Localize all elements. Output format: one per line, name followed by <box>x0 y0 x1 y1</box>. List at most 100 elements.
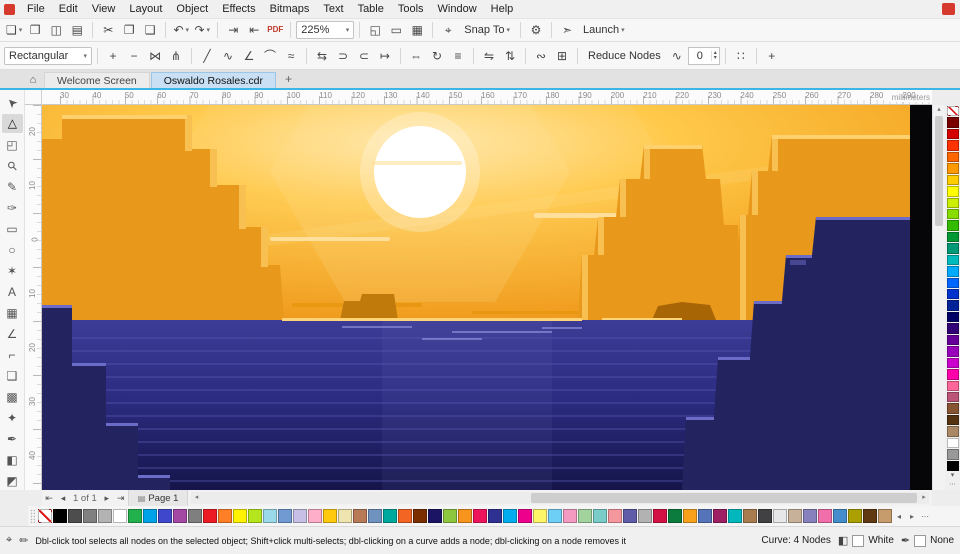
color-swatch[interactable] <box>83 509 97 523</box>
menu-table[interactable]: Table <box>351 1 391 17</box>
smooth-node-button[interactable]: ⌒ <box>260 46 280 66</box>
spinner-arrows[interactable]: ▴ ▾ <box>710 50 719 61</box>
copy-button[interactable]: ❐ <box>119 20 139 40</box>
select-all-nodes-button[interactable]: ⊞ <box>552 46 572 66</box>
color-swatch[interactable] <box>278 509 292 523</box>
convert-to-line-button[interactable]: ╱ <box>197 46 217 66</box>
node-target-icon[interactable]: ⌖ <box>6 534 12 547</box>
color-swatch[interactable] <box>53 509 67 523</box>
color-swatch[interactable] <box>863 509 877 523</box>
color-swatch[interactable] <box>458 509 472 523</box>
prev-page-button[interactable]: ◂ <box>56 493 70 504</box>
color-swatch[interactable] <box>668 509 682 523</box>
welcome-home-icon[interactable]: ⌂ <box>22 74 44 88</box>
pick-tool[interactable]: ➤ <box>2 93 23 112</box>
color-swatch[interactable] <box>713 509 727 523</box>
color-swatch[interactable] <box>946 243 959 254</box>
menu-view[interactable]: View <box>85 1 123 17</box>
crop-tool[interactable]: ◰ <box>2 135 23 154</box>
tab-document[interactable]: Oswaldo Rosales.cdr <box>150 72 276 88</box>
next-page-button[interactable]: ▸ <box>100 493 114 504</box>
dimension-tool[interactable]: ∠ <box>2 324 23 343</box>
convert-to-curve-button[interactable]: ∿ <box>218 46 238 66</box>
color-swatch[interactable] <box>113 509 127 523</box>
customize-toolbar-button[interactable]: + <box>762 46 782 66</box>
zoom-tool[interactable]: ⚲ <box>2 156 23 175</box>
rotate-nodes-button[interactable]: ↻ <box>427 46 447 66</box>
open-button[interactable]: ❒ <box>25 20 45 40</box>
menu-tools[interactable]: Tools <box>391 1 431 17</box>
color-swatch[interactable] <box>946 140 959 151</box>
color-swatch[interactable] <box>946 391 959 403</box>
reflect-vertical-button[interactable]: ⇅ <box>500 46 520 66</box>
color-swatch[interactable] <box>68 509 82 523</box>
outline-pen-tool[interactable]: ✒ <box>2 429 23 448</box>
color-swatch[interactable] <box>946 186 959 197</box>
view-rulers-button[interactable]: ▭ <box>386 20 406 40</box>
color-swatch[interactable] <box>878 509 892 523</box>
color-swatch[interactable] <box>548 509 562 523</box>
color-swatch[interactable] <box>946 208 959 220</box>
snap-to-dropdown[interactable]: Snap To ▾ <box>459 20 515 40</box>
color-swatch[interactable] <box>98 509 112 523</box>
cut-button[interactable]: ✂ <box>98 20 118 40</box>
curve-smoothness-spinner[interactable]: 0 ▴ ▾ <box>687 46 720 65</box>
color-swatch[interactable] <box>203 509 217 523</box>
color-swatch[interactable] <box>218 509 232 523</box>
menu-window[interactable]: Window <box>431 1 484 17</box>
color-swatch[interactable] <box>128 509 142 523</box>
color-swatch[interactable] <box>946 460 959 471</box>
page-tab[interactable]: ▤ Page 1 <box>127 490 189 506</box>
color-swatch[interactable] <box>946 403 959 414</box>
color-swatch[interactable] <box>248 509 262 523</box>
menu-file[interactable]: File <box>20 1 52 17</box>
color-swatch[interactable] <box>503 509 517 523</box>
menu-effects[interactable]: Effects <box>215 1 262 17</box>
spin-down-icon[interactable]: ▾ <box>714 55 717 61</box>
menu-edit[interactable]: Edit <box>52 1 85 17</box>
ruler-origin-box[interactable] <box>25 90 42 105</box>
snap-off-button[interactable]: ⌖ <box>438 20 458 40</box>
elastic-mode-button[interactable]: ∾ <box>531 46 551 66</box>
color-swatch[interactable] <box>683 509 697 523</box>
color-swatch[interactable] <box>698 509 712 523</box>
color-swatch[interactable] <box>443 509 457 523</box>
vertical-ruler[interactable]: 20 10 0 10 20 30 40 <box>25 105 42 490</box>
horizontal-scroll-thumb[interactable] <box>530 493 917 503</box>
color-swatch[interactable] <box>263 509 277 523</box>
color-swatch[interactable] <box>323 509 337 523</box>
color-swatch[interactable] <box>743 509 757 523</box>
reverse-direction-button[interactable]: ⇆ <box>312 46 332 66</box>
save-button[interactable]: ◫ <box>46 20 66 40</box>
color-swatch[interactable] <box>728 509 742 523</box>
color-swatch[interactable] <box>946 220 959 231</box>
shape-tool[interactable]: ▷ <box>1 114 23 133</box>
color-swatch[interactable] <box>413 509 427 523</box>
options-button[interactable]: ⚙ <box>526 20 546 40</box>
doc-palette-left-icon[interactable]: ◂ <box>893 512 905 521</box>
selection-mode-select[interactable]: Rectangular ▾ <box>4 46 92 65</box>
outline-color-swatch[interactable] <box>914 534 927 547</box>
connector-tool[interactable]: ⌐ <box>2 345 23 364</box>
color-swatch[interactable] <box>833 509 847 523</box>
export-button[interactable]: ⇤ <box>244 20 264 40</box>
palette-drag-handle[interactable] <box>30 509 35 523</box>
color-swatch[interactable] <box>946 106 959 117</box>
color-swatch[interactable] <box>946 277 959 288</box>
polygon-tool[interactable]: ✶ <box>2 261 23 280</box>
color-swatch[interactable] <box>233 509 247 523</box>
interactive-fill-tool[interactable]: ◩ <box>2 471 23 490</box>
color-swatch[interactable] <box>188 509 202 523</box>
color-swatch[interactable] <box>946 266 959 277</box>
color-swatch[interactable] <box>946 174 959 186</box>
break-curve-button[interactable]: ⋔ <box>166 46 186 66</box>
color-swatch[interactable] <box>158 509 172 523</box>
vertical-scrollbar[interactable]: ▴ <box>932 105 945 490</box>
color-swatch[interactable] <box>946 289 959 300</box>
align-nodes-button[interactable]: ≡ <box>448 46 468 66</box>
color-swatch[interactable] <box>518 509 532 523</box>
color-swatch[interactable] <box>293 509 307 523</box>
color-swatch[interactable] <box>623 509 637 523</box>
color-swatch[interactable] <box>533 509 547 523</box>
fill-color-swatch[interactable] <box>852 534 865 547</box>
